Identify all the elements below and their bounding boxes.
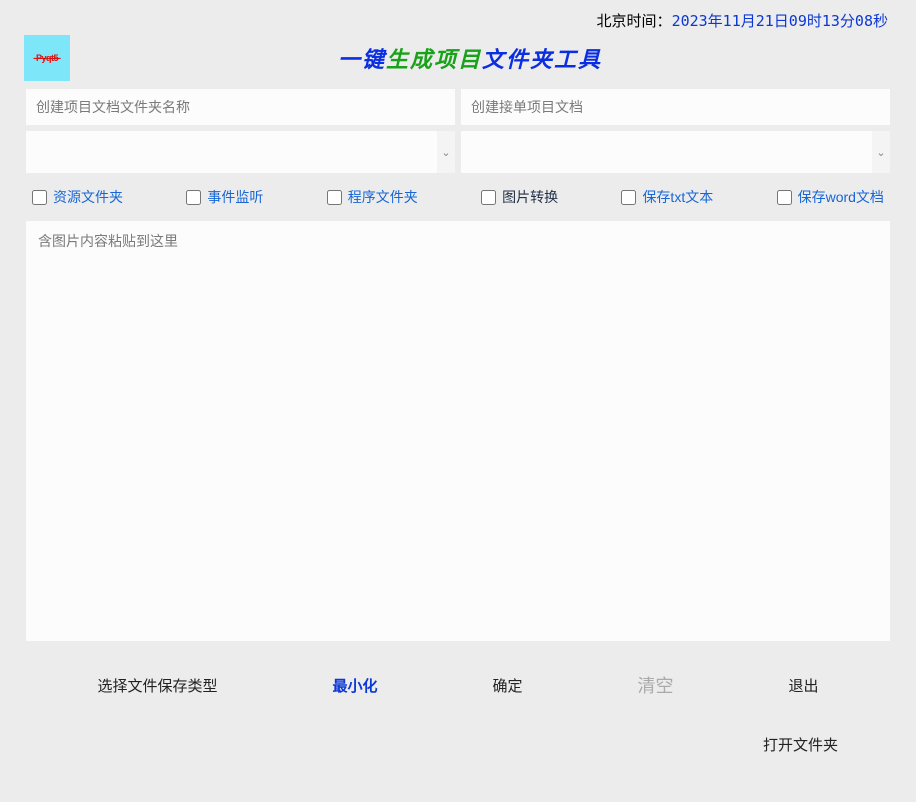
image-convert-checkbox[interactable]: 图片转换 — [481, 187, 558, 207]
program-folder-checkbox[interactable]: 程序文件夹 — [327, 187, 418, 207]
chevron-down-icon[interactable]: ⌄ — [872, 131, 890, 173]
time-bar: 北京时间：2023年11月21日09时13分08秒 — [0, 0, 916, 31]
title-part-1: 一键 — [338, 47, 386, 72]
event-listener-checkbox[interactable]: 事件监听 — [186, 187, 263, 207]
checkbox-row: 资源文件夹 事件监听 程序文件夹 图片转换 保存txt文本 保存word文档 — [0, 173, 916, 215]
program-folder-checkbox-box[interactable] — [327, 190, 342, 205]
minimize-button[interactable]: 最小化 — [324, 671, 385, 700]
exit-button[interactable]: 退出 — [780, 671, 826, 700]
title-row: -Pyqt5- 一键生成项目文件夹工具 — [24, 35, 916, 81]
clear-button[interactable]: 清空 — [629, 668, 681, 702]
app-window: 北京时间：2023年11月21日09时13分08秒 -Pyqt5- 一键生成项目… — [0, 0, 916, 802]
order-combo[interactable]: ⌄ — [461, 131, 890, 173]
save-txt-label: 保存txt文本 — [642, 187, 713, 207]
project-doc-name-input[interactable] — [26, 89, 455, 125]
open-folder-row: 打开文件夹 — [0, 702, 916, 759]
chevron-down-icon[interactable]: ⌄ — [437, 131, 455, 173]
app-title: 一键生成项目文件夹工具 — [70, 42, 916, 74]
order-combo-field[interactable] — [461, 131, 872, 173]
title-part-3: 文件夹工具 — [482, 47, 602, 72]
save-word-checkbox[interactable]: 保存word文档 — [777, 187, 884, 207]
save-txt-checkbox[interactable]: 保存txt文本 — [621, 187, 713, 207]
time-label: 北京时间： — [597, 13, 672, 30]
resource-folder-label: 资源文件夹 — [53, 187, 123, 207]
input-row — [0, 89, 916, 125]
combo-row: ⌄ ⌄ — [0, 125, 916, 173]
time-value: 2023年11月21日09时13分08秒 — [672, 12, 888, 30]
app-logo: -Pyqt5- — [24, 35, 70, 81]
open-folder-button[interactable]: 打开文件夹 — [755, 730, 846, 759]
choose-save-type-button[interactable]: 选择文件保存类型 — [89, 671, 225, 700]
logo-text: -Pyqt5- — [33, 53, 60, 63]
order-doc-name-input[interactable] — [461, 89, 890, 125]
image-convert-checkbox-box[interactable] — [481, 190, 496, 205]
save-word-label: 保存word文档 — [798, 187, 884, 207]
project-combo-field[interactable] — [26, 131, 437, 173]
resource-folder-checkbox-box[interactable] — [32, 190, 47, 205]
content-textarea[interactable] — [26, 221, 890, 641]
event-listener-label: 事件监听 — [207, 187, 263, 207]
save-txt-checkbox-box[interactable] — [621, 190, 636, 205]
image-convert-label: 图片转换 — [502, 187, 558, 207]
textarea-wrap — [0, 215, 916, 646]
event-listener-checkbox-box[interactable] — [186, 190, 201, 205]
project-combo[interactable]: ⌄ — [26, 131, 455, 173]
title-part-2: 生成项目 — [386, 47, 482, 72]
save-word-checkbox-box[interactable] — [777, 190, 792, 205]
confirm-button[interactable]: 确定 — [484, 671, 530, 700]
resource-folder-checkbox[interactable]: 资源文件夹 — [32, 187, 123, 207]
buttons-row: 选择文件保存类型 最小化 确定 清空 退出 — [0, 646, 916, 702]
program-folder-label: 程序文件夹 — [348, 187, 418, 207]
